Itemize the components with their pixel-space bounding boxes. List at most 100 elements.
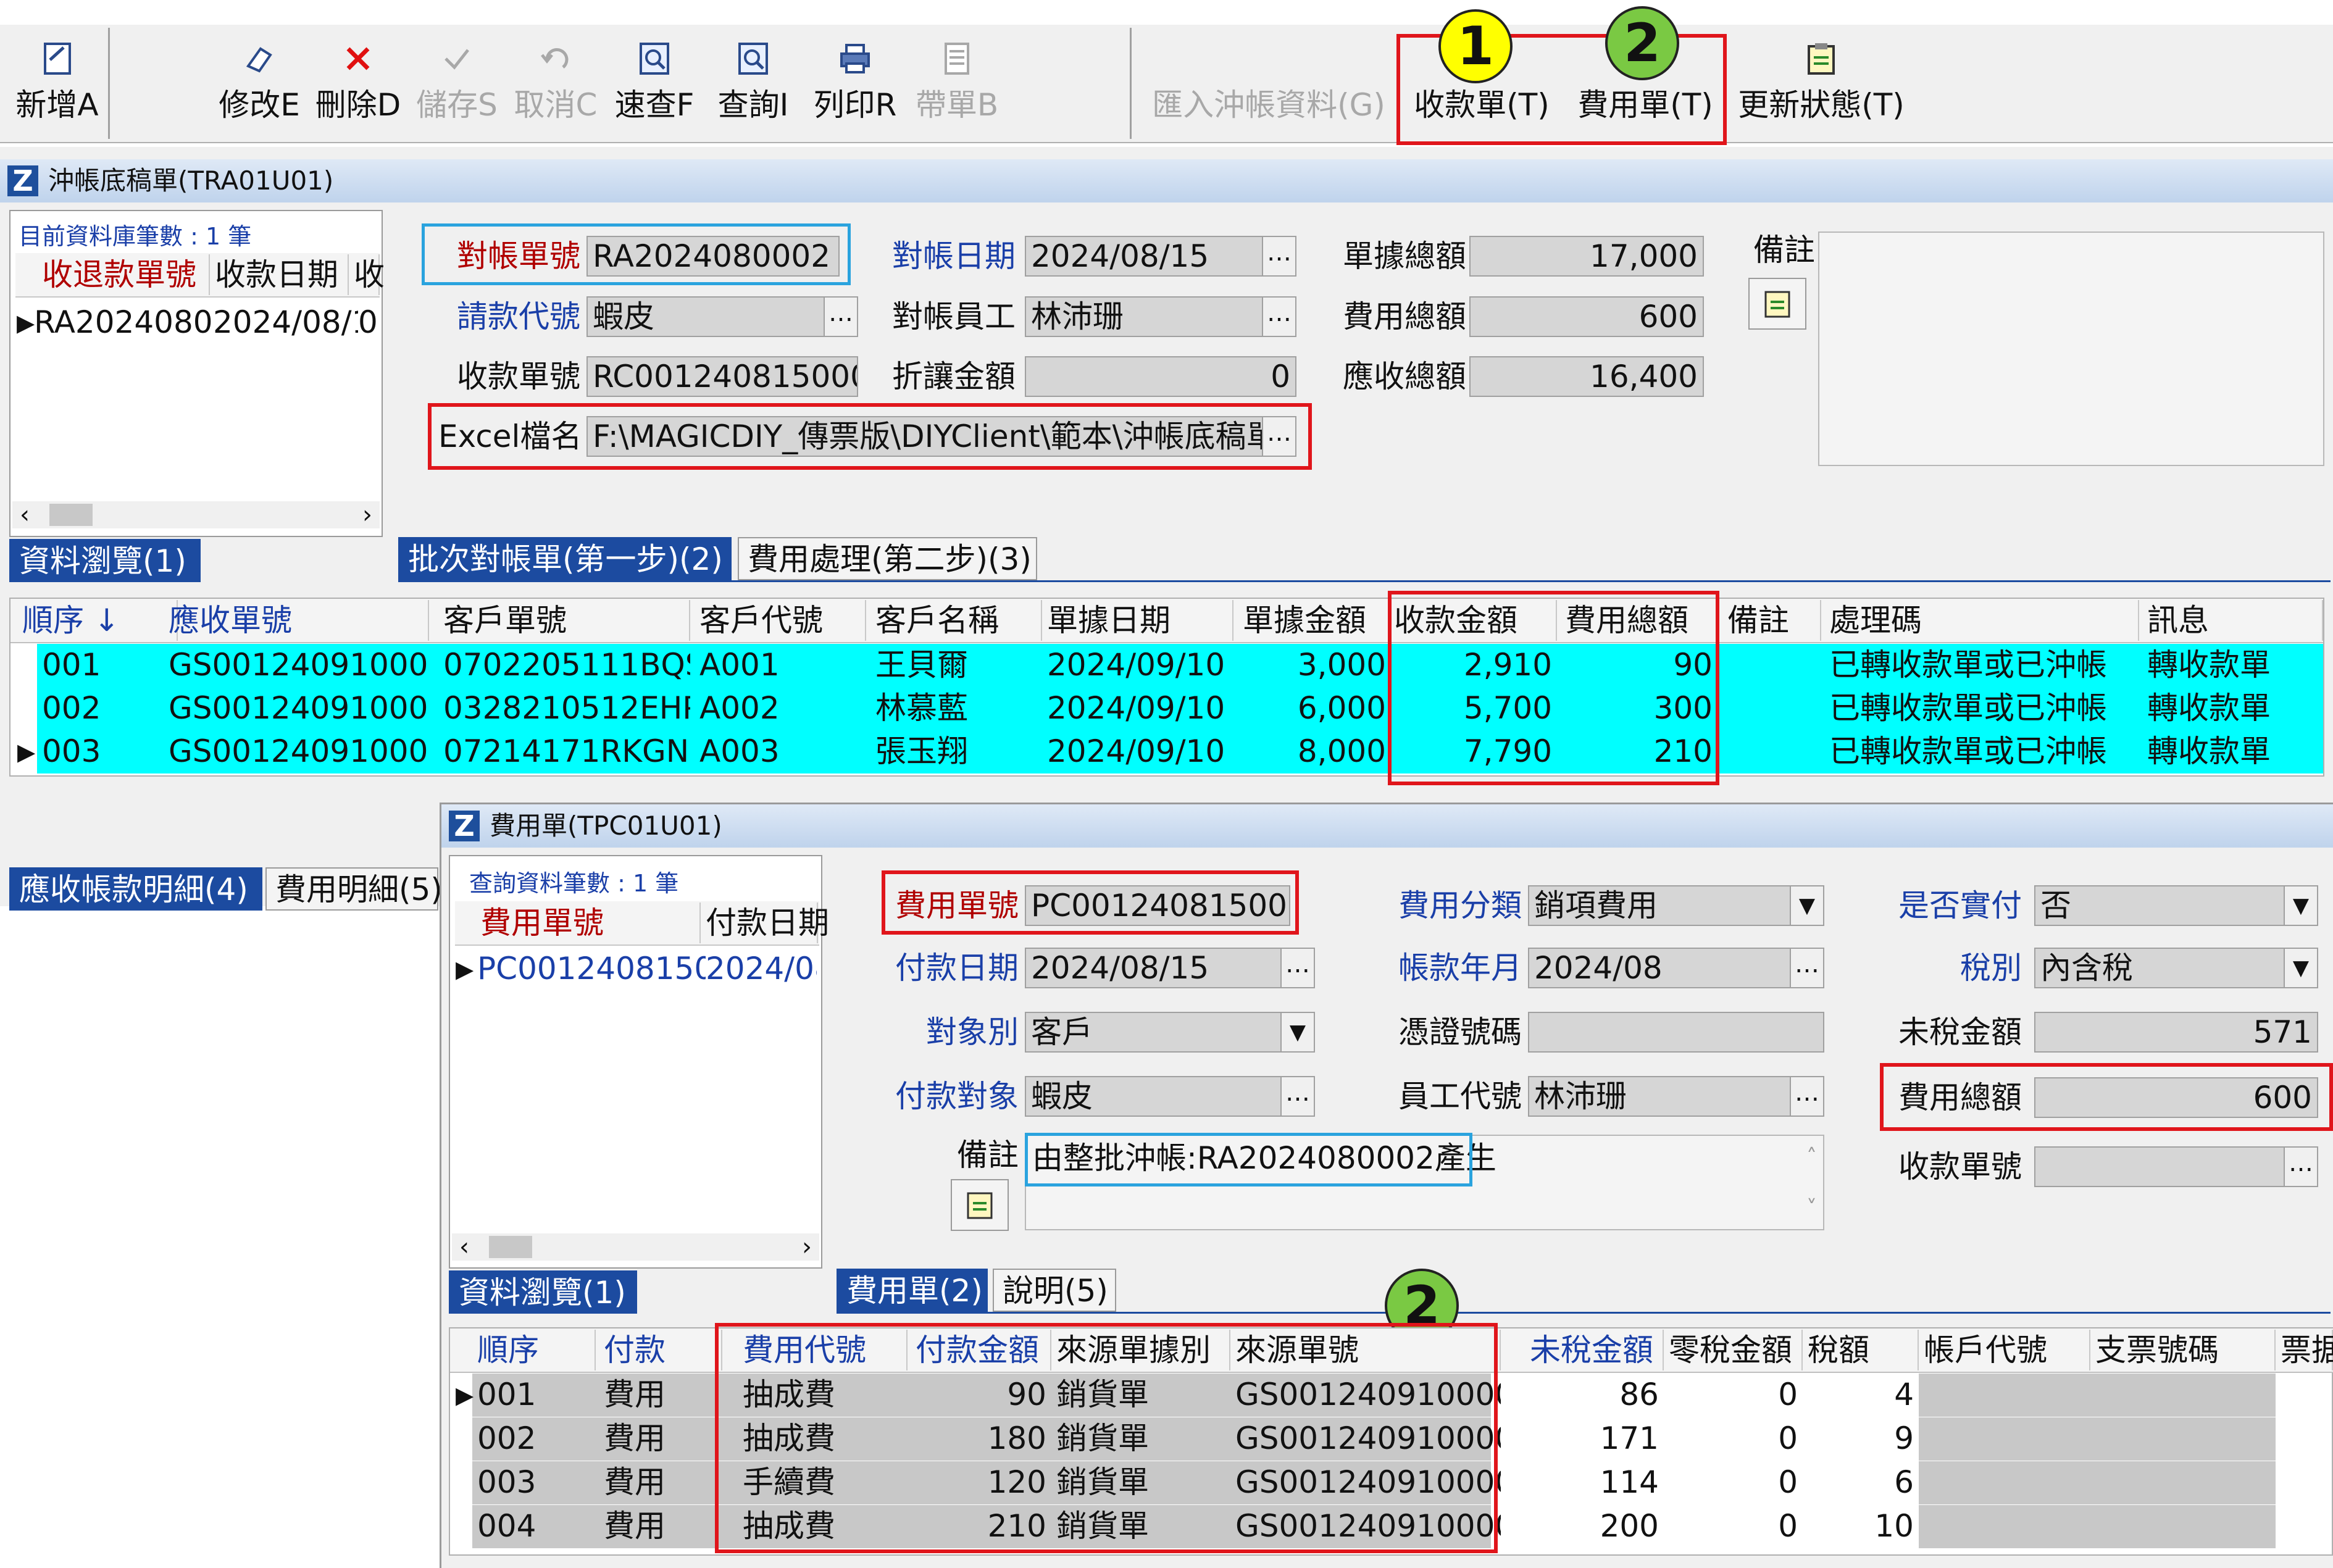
grid-header-6[interactable]: 未稅金額 bbox=[1525, 1330, 1664, 1370]
receipt-no-field[interactable]: … bbox=[2034, 1146, 2318, 1187]
grid-header-1[interactable]: 應收單號 bbox=[164, 600, 429, 641]
target-type-select[interactable]: 客戶 ▼ bbox=[1025, 1012, 1315, 1053]
tab-step2[interactable]: 費用處理(第二步)(3) bbox=[738, 537, 1037, 580]
tab-browse[interactable]: 資料瀏覽(1) bbox=[9, 539, 201, 582]
ellipsis-icon[interactable]: … bbox=[1790, 1077, 1823, 1116]
grid-header-1[interactable]: 付款 bbox=[599, 1330, 722, 1370]
grid-header-10[interactable]: 支票號碼 bbox=[2090, 1330, 2276, 1370]
table-cell[interactable]: 轉收款單 bbox=[2142, 730, 2323, 772]
table-cell[interactable]: 2024/09/10 bbox=[1042, 644, 1233, 686]
grid-header-0[interactable]: 順序 ↓ bbox=[17, 600, 178, 641]
table-cell[interactable]: 002 bbox=[472, 1417, 596, 1459]
table-cell[interactable]: 001 bbox=[472, 1374, 596, 1416]
table-cell[interactable]: 0328210512EHP bbox=[438, 687, 690, 729]
table-cell[interactable]: 林慕藍 bbox=[870, 687, 1042, 729]
table-cell[interactable]: 86 bbox=[1525, 1374, 1664, 1416]
table-cell[interactable]: 0 bbox=[1664, 1505, 1803, 1547]
table-cell[interactable]: A001 bbox=[695, 644, 866, 686]
list-item-no[interactable]: PC00124081500 bbox=[477, 948, 706, 990]
grid-header-4[interactable]: 客戶名稱 bbox=[870, 600, 1042, 641]
pay-target-field[interactable]: 蝦皮… bbox=[1025, 1076, 1315, 1117]
list-header-pay-date[interactable]: 付款日期 bbox=[701, 903, 829, 943]
grid-header-9[interactable]: 帳戶代號 bbox=[1919, 1330, 2090, 1370]
edit-button[interactable]: 修改E bbox=[213, 34, 306, 133]
table-cell[interactable]: A002 bbox=[695, 687, 866, 729]
scroll-down-icon[interactable]: ˅ bbox=[1806, 1188, 1817, 1228]
import-button[interactable]: 匯入沖帳資料(G) bbox=[1145, 34, 1392, 133]
doc-total-field[interactable]: 17,000 bbox=[1469, 236, 1704, 277]
list-item-date[interactable]: 2024/08/ bbox=[706, 948, 817, 990]
table-cell[interactable]: 004 bbox=[472, 1505, 596, 1547]
table-cell[interactable]: 張玉翔 bbox=[870, 730, 1042, 772]
agent-field[interactable]: 蝦皮… bbox=[586, 296, 858, 337]
grid-header-5[interactable]: 單據日期 bbox=[1042, 600, 1233, 641]
recv-total-field[interactable]: 16,400 bbox=[1469, 356, 1704, 397]
table-cell[interactable]: 費用 bbox=[599, 1461, 722, 1503]
table-cell[interactable]: 114 bbox=[1525, 1461, 1664, 1503]
ellipsis-icon[interactable]: … bbox=[824, 298, 857, 336]
table-cell[interactable]: 已轉收款單或已沖帳 bbox=[1824, 730, 2139, 772]
table-cell[interactable]: 200 bbox=[1525, 1505, 1664, 1547]
ellipsis-icon[interactable]: … bbox=[1262, 237, 1295, 275]
ellipsis-icon[interactable]: … bbox=[1790, 949, 1823, 987]
tab-browse[interactable]: 資料瀏覽(1) bbox=[449, 1270, 637, 1314]
actual-pay-select[interactable]: 否 ▼ bbox=[2034, 885, 2318, 926]
tab-fee-detail[interactable]: 費用明細(5) bbox=[265, 867, 443, 911]
remark-edit-icon[interactable] bbox=[1748, 278, 1806, 330]
grid-header-7[interactable]: 零稅金額 bbox=[1664, 1330, 1803, 1370]
table-cell[interactable]: 0 bbox=[1664, 1374, 1803, 1416]
grid-header-11[interactable]: 票据 bbox=[2276, 1330, 2333, 1370]
grid-header-9[interactable]: 備註 bbox=[1722, 600, 1821, 641]
table-cell[interactable]: 轉收款單 bbox=[2142, 687, 2323, 729]
table-cell[interactable]: 費用 bbox=[599, 1374, 722, 1416]
list-header-fee-no[interactable]: 費用單號 bbox=[475, 903, 701, 943]
recon-date-field[interactable]: 2024/08/15… bbox=[1025, 236, 1296, 277]
scroll-thumb[interactable] bbox=[49, 504, 93, 526]
table-cell[interactable]: 已轉收款單或已沖帳 bbox=[1824, 687, 2139, 729]
grid-header-0[interactable]: 順序 bbox=[472, 1330, 596, 1370]
table-cell[interactable]: 6 bbox=[1803, 1461, 1919, 1503]
table-cell[interactable]: 10 bbox=[1803, 1505, 1919, 1547]
table-cell[interactable]: 費用 bbox=[599, 1505, 722, 1547]
voucher-field[interactable] bbox=[1528, 1012, 1824, 1053]
ellipsis-icon[interactable]: … bbox=[1280, 1077, 1314, 1116]
query-button[interactable]: 查詢I bbox=[707, 34, 799, 133]
scroll-up-icon[interactable]: ˄ bbox=[1806, 1137, 1817, 1177]
table-cell[interactable]: 3,000 bbox=[1238, 644, 1391, 686]
list-header-extra[interactable]: 收 bbox=[349, 254, 385, 295]
ellipsis-icon[interactable]: … bbox=[1280, 949, 1314, 987]
list-item-extra[interactable]: 0 bbox=[358, 301, 377, 343]
chevron-down-icon[interactable]: ▼ bbox=[1790, 886, 1823, 925]
grid-header-3[interactable]: 客戶代號 bbox=[695, 600, 866, 641]
table-cell[interactable]: 王貝爾 bbox=[870, 644, 1042, 686]
table-cell[interactable]: 003 bbox=[472, 1461, 596, 1503]
table-cell[interactable]: GS0012409100001 bbox=[164, 730, 429, 772]
grid-header-2[interactable]: 客戶單號 bbox=[438, 600, 690, 641]
table-cell[interactable]: 001 bbox=[37, 644, 178, 686]
table-cell[interactable]: 0 bbox=[1664, 1461, 1803, 1503]
receipt-no-field[interactable]: RC0012408150001 bbox=[586, 356, 858, 397]
table-cell[interactable]: 171 bbox=[1525, 1417, 1664, 1459]
grid-header-10[interactable]: 處理碼 bbox=[1824, 600, 2139, 641]
horizontal-scrollbar[interactable]: ‹ › bbox=[12, 501, 380, 528]
scroll-right-icon[interactable]: › bbox=[802, 1233, 812, 1261]
list-header-date[interactable]: 收款日期 bbox=[210, 254, 349, 295]
fee-cat-select[interactable]: 銷項費用 ▼ bbox=[1528, 885, 1824, 926]
save-button[interactable]: 儲存S bbox=[411, 34, 503, 133]
table-cell[interactable]: GS0012409100003 bbox=[164, 644, 429, 686]
cancel-button[interactable]: 取消C bbox=[509, 34, 602, 133]
table-cell[interactable]: 費用 bbox=[599, 1417, 722, 1459]
remark-edit-icon[interactable] bbox=[951, 1179, 1009, 1231]
table-cell[interactable]: 8,000 bbox=[1238, 730, 1391, 772]
discount-field[interactable]: 0 bbox=[1025, 356, 1296, 397]
table-cell[interactable]: 4 bbox=[1803, 1374, 1919, 1416]
chevron-down-icon[interactable]: ▼ bbox=[2284, 886, 2317, 925]
print-button[interactable]: 列印R bbox=[809, 34, 901, 133]
grid-header-6[interactable]: 單據金額 bbox=[1238, 600, 1391, 641]
table-cell[interactable]: 2024/09/10 bbox=[1042, 730, 1233, 772]
table-cell[interactable]: GS0012409100002 bbox=[164, 687, 429, 729]
table-cell[interactable]: 9 bbox=[1803, 1417, 1919, 1459]
grid-header-11[interactable]: 訊息 bbox=[2142, 600, 2323, 641]
fee-total-field[interactable]: 600 bbox=[1469, 296, 1704, 337]
update-status-button[interactable]: 更新狀態(T) bbox=[1735, 34, 1908, 133]
